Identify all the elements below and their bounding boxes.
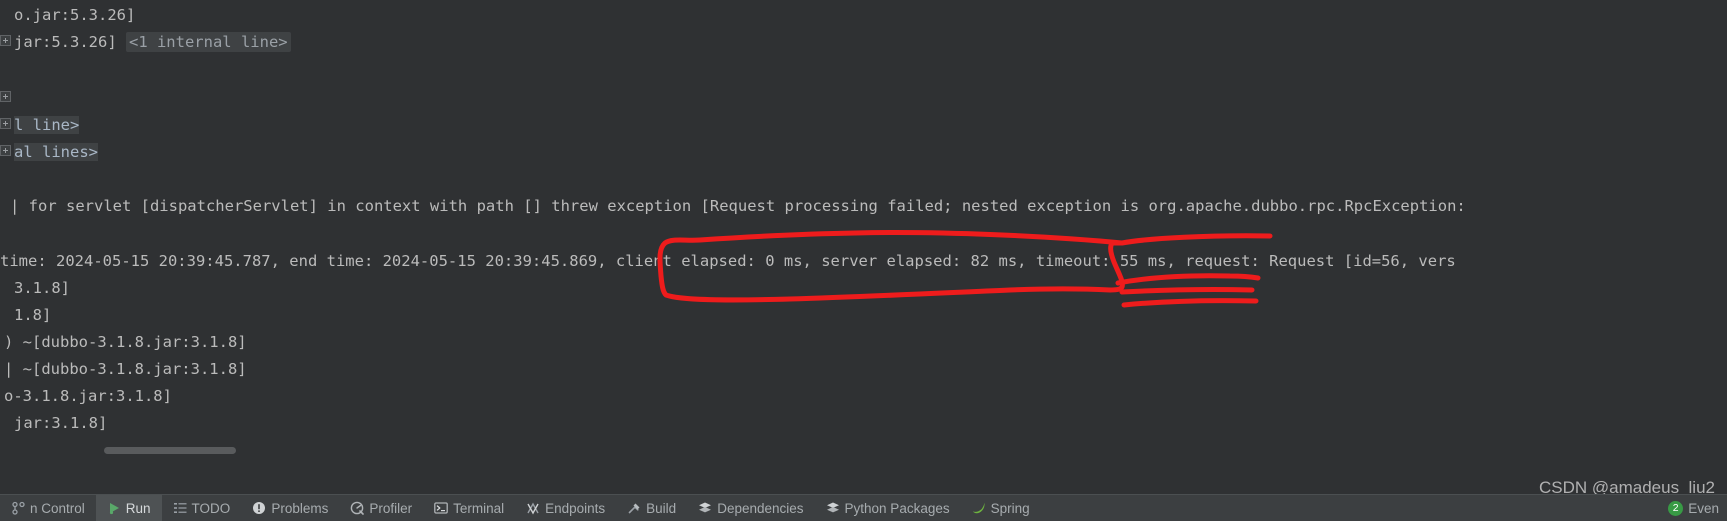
collapsed-fold-text[interactable]: l line> xyxy=(14,116,80,134)
console-log-line: o.jar:5.3.26] xyxy=(14,6,135,25)
tool-window-label: TODO xyxy=(191,500,231,516)
tool-window-button-endpoints[interactable]: Endpoints xyxy=(515,495,616,521)
tool-window-button-python-packages[interactable]: Python Packages xyxy=(815,495,961,521)
profiler-icon xyxy=(351,501,365,515)
tool-window-button-build[interactable]: Build xyxy=(616,495,687,521)
tool-window-label: Run xyxy=(125,500,151,516)
log-text: time: 2024-05-15 20:39:45.787, end time:… xyxy=(0,252,1456,270)
console-log-line: l line> xyxy=(14,116,80,135)
tool-window-button-profiler[interactable]: Profiler xyxy=(339,495,423,521)
fold-toggle-icon[interactable] xyxy=(0,91,11,102)
tool-window-button-problems[interactable]: Problems xyxy=(241,495,339,521)
log-text: jar:5.3.26] xyxy=(14,33,126,51)
fold-toggle-icon[interactable] xyxy=(0,35,11,46)
log-text: o.jar:5.3.26] xyxy=(14,6,136,24)
console-log-line: 1.8] xyxy=(14,306,51,325)
tool-window-button-run[interactable]: Run xyxy=(95,495,162,521)
scrollbar-thumb[interactable] xyxy=(104,447,236,454)
run-icon xyxy=(109,503,119,515)
log-text: jar:3.1.8] xyxy=(14,414,108,432)
console-log-line: | for servlet [dispatcherServlet] in con… xyxy=(10,197,1466,216)
tool-window-label: Python Packages xyxy=(844,500,950,516)
console-horizontal-scrollbar[interactable] xyxy=(0,445,1727,456)
console-log-line: jar:3.1.8] xyxy=(14,414,107,433)
log-text: | ~[dubbo-3.1.8.jar:3.1.8] xyxy=(4,360,247,378)
spring-icon xyxy=(972,502,985,514)
console-log-line: ) ~[dubbo-3.1.8.jar:3.1.8] xyxy=(4,333,247,352)
tool-window-label: Build xyxy=(646,500,677,516)
fold-toggle-icon[interactable] xyxy=(0,145,11,156)
tool-window-label: Profiler xyxy=(369,500,413,516)
terminal-icon xyxy=(434,502,448,514)
tool-window-bar: n Control Run TODO Problems Profiler Terminal… xyxy=(0,494,1727,521)
tool-window-button-dependencies[interactable]: Dependencies xyxy=(687,495,814,521)
collapsed-fold-placeholder[interactable]: <1 internal line> xyxy=(125,32,291,52)
console-log-line: | ~[dubbo-3.1.8.jar:3.1.8] xyxy=(4,360,247,379)
dependencies-icon xyxy=(699,502,712,513)
ide-window: o.jar:5.3.26] jar:5.3.26] <1 internal lin… xyxy=(0,0,1727,521)
tool-window-event-log-label[interactable]: Even xyxy=(1688,501,1719,516)
python-packages-icon xyxy=(826,502,839,513)
tool-window-button-todo[interactable]: TODO xyxy=(162,495,242,521)
tool-window-label: Problems xyxy=(271,500,329,516)
console-log-line: o-3.1.8.jar:3.1.8] xyxy=(4,387,172,406)
log-text: o-3.1.8.jar:3.1.8] xyxy=(4,387,172,405)
collapsed-fold-text[interactable]: al lines> xyxy=(14,143,98,161)
console-log-line: time: 2024-05-15 20:39:45.787, end time:… xyxy=(0,252,1456,271)
fold-toggle-icon[interactable] xyxy=(0,118,11,129)
console-log-line: 3.1.8] xyxy=(14,279,70,298)
endpoints-icon xyxy=(527,502,539,515)
log-text: | for servlet [dispatcherServlet] in con… xyxy=(10,197,1466,215)
tool-window-label: Terminal xyxy=(453,500,505,516)
tool-window-label: Spring xyxy=(990,500,1030,516)
tool-window-label: Endpoints xyxy=(545,500,606,516)
version-control-icon xyxy=(12,501,25,515)
log-text: ) ~[dubbo-3.1.8.jar:3.1.8] xyxy=(4,333,247,351)
problems-icon xyxy=(253,502,266,514)
tool-window-bar-right: 2 Even xyxy=(1668,500,1727,516)
console-log-line: al lines> xyxy=(14,143,98,162)
build-icon xyxy=(628,503,640,514)
log-text: 3.1.8] xyxy=(14,279,70,297)
tool-window-label: Dependencies xyxy=(717,500,804,516)
log-text: 1.8] xyxy=(14,306,52,324)
tool-window-button-spring[interactable]: Spring xyxy=(961,495,1041,521)
todo-icon xyxy=(173,503,187,513)
tool-window-button-terminal[interactable]: Terminal xyxy=(423,495,515,521)
event-log-badge: 2 xyxy=(1668,500,1684,516)
tool-window-label: n Control xyxy=(30,500,85,516)
tool-window-button-n-control[interactable]: n Control xyxy=(0,495,96,521)
run-console-output[interactable]: o.jar:5.3.26] jar:5.3.26] <1 internal lin… xyxy=(0,0,1727,456)
console-log-line: jar:5.3.26] <1 internal line> xyxy=(14,32,291,52)
